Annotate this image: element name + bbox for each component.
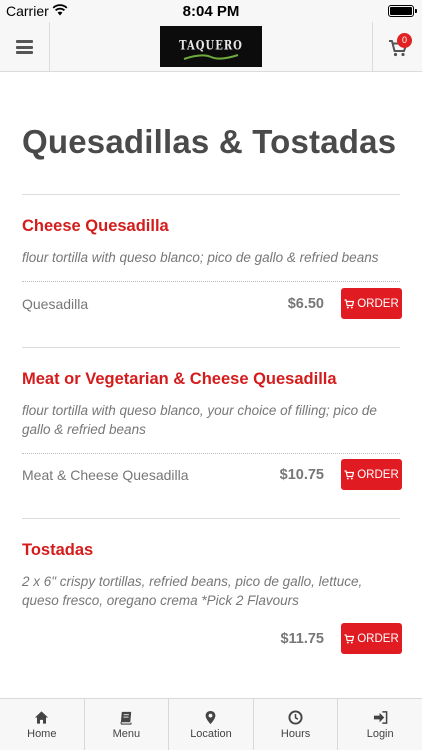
- tab-login[interactable]: Login: [338, 699, 422, 750]
- item-option-name: Meat & Cheese Quesadilla: [22, 467, 189, 483]
- item-divider: [22, 347, 400, 348]
- item-name: Cheese Quesadilla: [22, 217, 169, 235]
- status-bar: Carrier 8:04 PM: [0, 0, 422, 22]
- dotted-separator: [22, 281, 400, 282]
- sign-in-icon: [373, 711, 388, 724]
- bottom-tab-bar: Home Menu Location Hours Login: [0, 698, 422, 750]
- order-label: ORDER: [357, 632, 399, 645]
- item-name: Meat or Vegetarian & Cheese Quesadilla: [22, 370, 337, 388]
- dotted-separator: [22, 453, 400, 454]
- cart-count-badge: 0: [397, 33, 412, 48]
- order-label: ORDER: [357, 297, 399, 310]
- order-button[interactable]: ORDER: [341, 288, 402, 319]
- item-price: $6.50: [287, 296, 324, 312]
- cart-plus-icon: [344, 298, 355, 308]
- item-description: 2 x 6" crispy tortillas, refried beans, …: [22, 574, 363, 608]
- item-option-name: Quesadilla: [22, 296, 89, 312]
- menu-content[interactable]: Quesadillas & Tostadas Cheese Quesadilla…: [0, 73, 422, 698]
- restaurant-logo[interactable]: TAQUERO: [160, 26, 262, 67]
- hamburger-icon: [16, 40, 33, 54]
- item-description: flour tortilla with queso blanco; pico d…: [22, 250, 379, 265]
- tab-location[interactable]: Location: [169, 699, 254, 750]
- item-price: $11.75: [280, 631, 324, 647]
- logo-text: TAQUERO: [179, 39, 243, 54]
- clock-icon: [288, 710, 303, 725]
- hamburger-menu-button[interactable]: [0, 22, 50, 72]
- page-title: Quesadillas & Tostadas: [22, 123, 397, 160]
- map-pin-icon: [206, 710, 216, 725]
- tab-label: Hours: [280, 728, 311, 740]
- order-button[interactable]: ORDER: [341, 623, 402, 654]
- tab-label: Login: [366, 728, 394, 740]
- item-description: flour tortilla with queso blanco, your c…: [22, 403, 377, 437]
- item-price: $10.75: [279, 467, 324, 483]
- item-divider: [22, 518, 400, 519]
- tab-hours[interactable]: Hours: [254, 699, 339, 750]
- title-divider: [22, 194, 400, 195]
- tab-menu[interactable]: Menu: [85, 699, 170, 750]
- clock-time: 8:04 PM: [182, 3, 240, 20]
- logo-swoosh: [183, 54, 239, 60]
- app-header: TAQUERO 0: [0, 22, 422, 72]
- order-label: ORDER: [357, 468, 399, 481]
- tab-label: Menu: [112, 728, 141, 740]
- cart-plus-icon: [344, 633, 355, 643]
- item-name: Tostadas: [22, 541, 94, 559]
- tab-home[interactable]: Home: [0, 699, 85, 750]
- book-icon: [120, 711, 132, 725]
- home-icon: [35, 711, 49, 724]
- battery-icon: [388, 5, 417, 17]
- cart-plus-icon: [344, 469, 355, 479]
- order-button[interactable]: ORDER: [341, 459, 402, 490]
- tab-label: Home: [27, 728, 57, 740]
- tab-label: Location: [190, 728, 232, 740]
- cart-button[interactable]: 0: [372, 22, 422, 72]
